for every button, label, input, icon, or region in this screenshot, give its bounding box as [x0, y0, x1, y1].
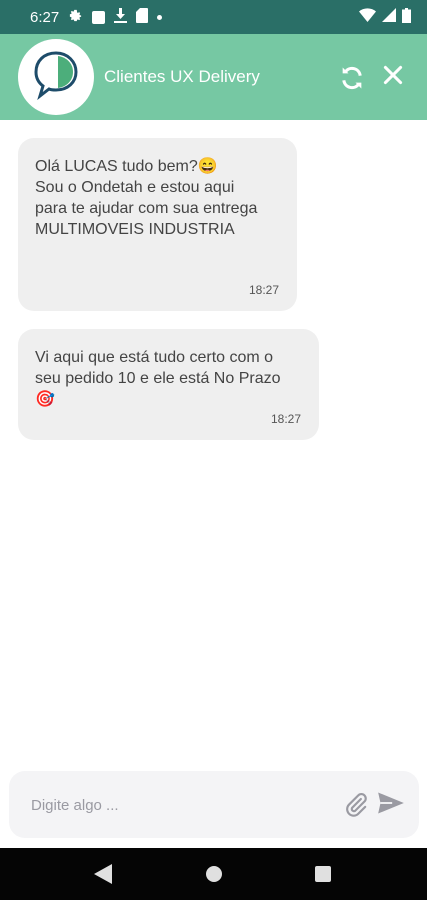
header-title: Clientes UX Delivery — [104, 67, 260, 86]
message-time: 18:27 — [270, 412, 301, 426]
status-time: 6:27 — [30, 8, 60, 26]
close-icon — [380, 65, 406, 92]
avatar — [18, 39, 94, 115]
message-time: 18:27 — [248, 283, 279, 297]
status-right — [359, 7, 411, 27]
dot-icon — [157, 14, 163, 20]
battery-icon — [402, 7, 411, 27]
home-icon[interactable] — [206, 866, 222, 887]
wifi-icon — [359, 8, 376, 26]
message-bubble: Olá LUCAS tudo bem?😄 Sou o Ondetah e est… — [18, 138, 297, 311]
message-text: Olá LUCAS tudo bem?😄 Sou o Ondetah e est… — [35, 158, 258, 238]
navigation-bar — [0, 848, 427, 900]
attach-icon — [343, 793, 369, 823]
send-icon — [377, 792, 405, 819]
settings-icon — [68, 8, 83, 27]
refresh-icon — [338, 66, 366, 96]
message-composer — [9, 771, 419, 838]
message-bubble: Vi aqui que está tudo certo com o seu pe… — [18, 329, 319, 440]
signal-icon — [382, 8, 396, 26]
attach-button[interactable] — [343, 791, 369, 819]
download-icon — [114, 7, 128, 27]
app-header: Clientes UX Delivery — [0, 34, 427, 120]
recents-icon[interactable] — [315, 866, 331, 887]
send-button[interactable] — [377, 791, 405, 815]
back-icon[interactable] — [94, 864, 112, 889]
sd-card-icon — [136, 7, 149, 27]
status-bar: 6:27 — [0, 0, 427, 34]
message-input[interactable] — [31, 794, 321, 816]
message-text: Vi aqui que está tudo certo com o seu pe… — [35, 349, 281, 408]
app-icon — [92, 10, 106, 24]
status-left: 6:27 — [30, 7, 163, 27]
close-button[interactable] — [380, 62, 406, 88]
chat-logo-icon — [32, 50, 80, 105]
refresh-button[interactable] — [338, 64, 366, 92]
